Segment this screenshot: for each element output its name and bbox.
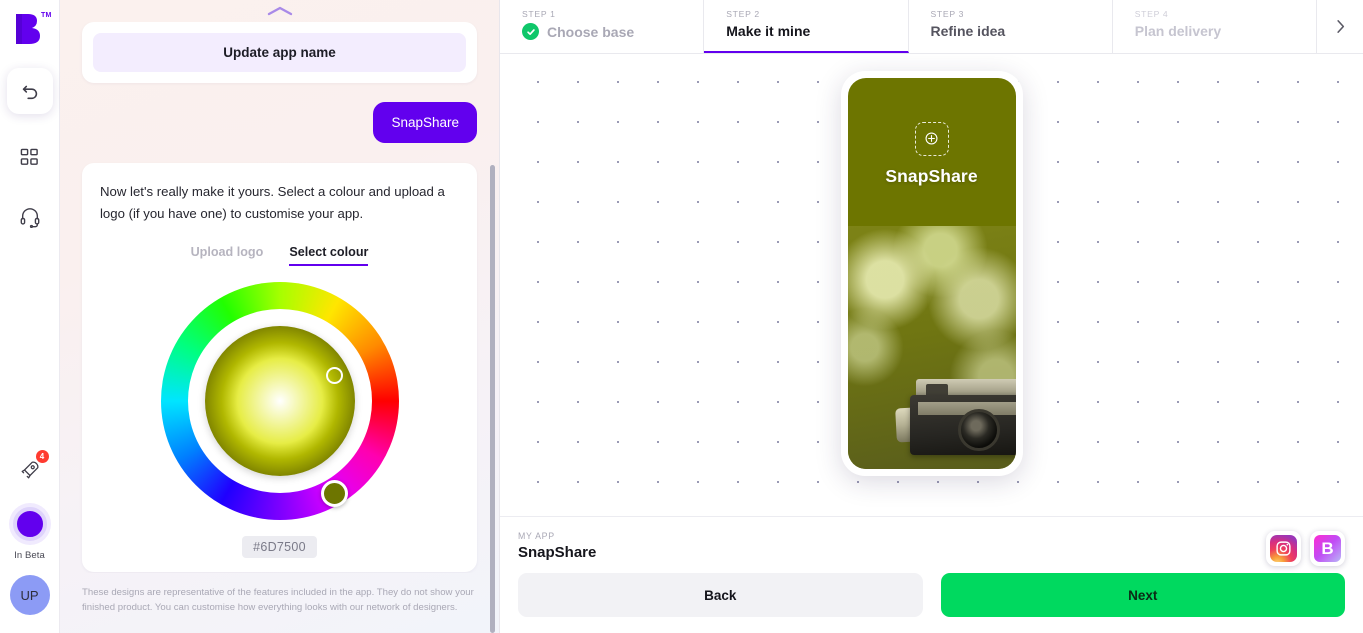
preview-photo [847,226,1016,469]
builder-logo[interactable]: TM [12,12,51,46]
step-1-number: STEP 1 [522,9,556,19]
check-icon [522,23,539,40]
bottom-action-bar: MY APP SnapShare B Back Next [500,516,1363,633]
update-app-name-card: Update app name [82,22,477,83]
instagram-icon [1276,541,1291,556]
hue-ring-handle[interactable] [320,480,348,507]
colour-intro-text: Now let's really make it yours. Select a… [100,184,445,221]
tab-upload-logo[interactable]: Upload logo [191,245,264,266]
undo-button[interactable] [6,68,53,114]
user-avatar[interactable]: UP [9,575,50,615]
trademark-label: TM [40,12,52,19]
step-2-number: STEP 2 [726,9,760,19]
step-1-name-row: Choose base [522,23,703,40]
next-button[interactable]: Next [940,573,1345,617]
instagram-icon-inner [1270,535,1297,562]
sidebar-item-support[interactable] [10,200,50,234]
user-message-bubble: SnapShare [373,102,477,143]
add-logo-placeholder-icon [925,132,938,145]
step-2-name-row: Make it mine [726,23,907,39]
beta-status[interactable]: In Beta [12,507,47,561]
step-3-number: STEP 3 [930,9,965,19]
tab-select-colour[interactable]: Select colour [289,245,369,266]
update-app-name-button[interactable]: Update app name [93,33,466,72]
saturation-brightness-handle[interactable] [325,367,343,384]
customise-tabs: Upload logo Select colour [96,245,463,266]
chevron-up-icon [267,6,292,16]
sidebar-item-dashboard[interactable] [10,140,50,174]
step-4-number: STEP 4 [1134,9,1169,19]
add-logo-placeholder[interactable] [914,121,949,156]
grid-icon [20,148,38,165]
step-4-name-row: Plan delivery [1135,23,1316,39]
saturation-brightness-area[interactable] [204,326,355,476]
app-icon-previews: B [1266,531,1345,566]
navigation-buttons: Back Next [518,573,1345,617]
step-2-label: Make it mine [726,23,811,39]
beta-label: In Beta [14,550,45,561]
design-disclaimer-text: These designs are representative of the … [82,587,474,613]
vintage-camera-illustration [894,367,1016,463]
step-1-choose-base[interactable]: STEP 1 Choose base [500,0,705,53]
preview-app-name: SnapShare [885,165,978,186]
step-3-label: Refine idea [930,23,1006,39]
step-1-label: Choose base [547,23,635,40]
builder-icon-inner: B [1314,535,1341,562]
chat-scroll-area: Update app name SnapShare Now let's real… [60,22,499,573]
step-3-refine-idea[interactable]: STEP 3 Refine idea [909,0,1113,53]
back-button[interactable]: Back [518,573,923,617]
camera-lens [957,408,1000,451]
step-3-name-row: Refine idea [931,23,1112,39]
app-root: TM 4 In Beta UP Update app name SnapShar… [0,0,1363,633]
beta-indicator-dot [12,507,47,541]
checkmark-glyph [526,28,535,35]
my-app-name: SnapShare [518,544,597,561]
undo-icon [22,85,37,100]
panel-scrollbar[interactable] [490,165,495,633]
step-4-plan-delivery[interactable]: STEP 4 Plan delivery [1113,0,1317,53]
preview-canvas: SnapShare [500,54,1363,516]
colour-wheel-wrapper: #6D7500 [96,282,463,558]
customise-panel: Update app name SnapShare Now let's real… [60,0,500,633]
hue-ring[interactable] [160,282,399,520]
headset-icon [20,208,39,228]
step-navigation: STEP 1 Choose base STEP 2 Make it mine S… [500,0,1363,54]
rocket-icon [21,461,38,479]
builder-app-icon[interactable]: B [1310,531,1345,566]
steps-next-button[interactable] [1317,0,1363,53]
launch-badge-count: 4 [35,450,49,463]
phone-mockup: SnapShare [840,70,1023,476]
my-app-label: MY APP [518,531,555,541]
left-icon-rail: TM 4 In Beta UP [0,0,60,633]
chevron-right-icon [1336,20,1344,33]
sidebar-item-launch[interactable]: 4 [10,450,50,487]
hex-value-field[interactable]: #6D7500 [242,536,317,558]
panel-collapse-button[interactable] [60,0,499,22]
preview-area: STEP 1 Choose base STEP 2 Make it mine S… [500,0,1363,633]
phone-screen: SnapShare [847,77,1016,469]
colour-picker-card: Now let's really make it yours. Select a… [82,163,477,572]
instagram-app-icon[interactable] [1266,531,1301,566]
step-4-label: Plan delivery [1134,23,1222,39]
step-2-make-it-mine[interactable]: STEP 2 Make it mine [704,0,909,53]
